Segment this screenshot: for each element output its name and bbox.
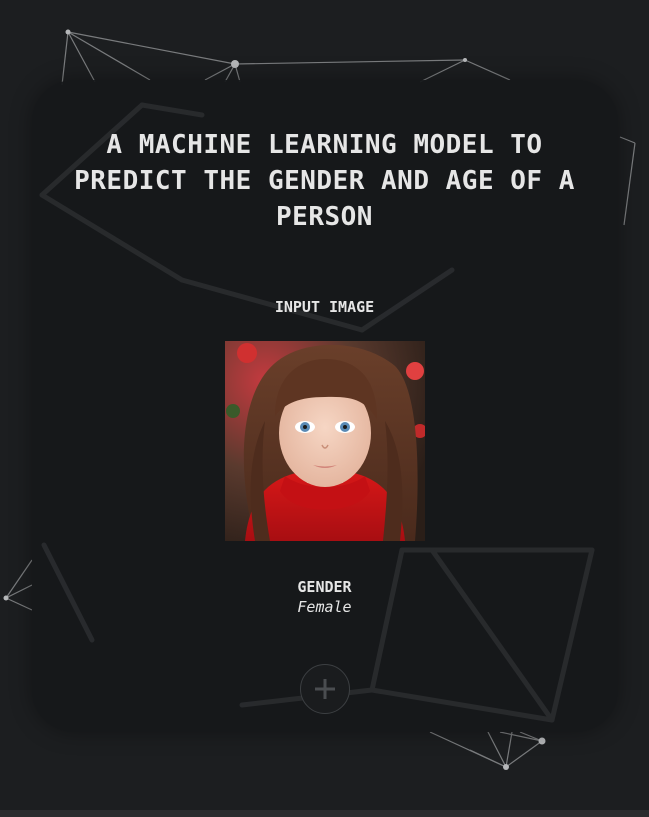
input-image: [225, 341, 425, 541]
title-line-3: PERSON: [276, 202, 373, 232]
add-button[interactable]: [300, 664, 350, 714]
title-line-1: A MACHINE LEARNING MODEL TO: [106, 130, 543, 160]
bottom-bar: [0, 810, 649, 817]
input-image-label: INPUT IMAGE: [274, 298, 375, 316]
gender-value: Female: [297, 598, 352, 616]
plus-icon: [315, 679, 335, 699]
title-line-2: PREDICT THE GENDER AND AGE OF A: [74, 166, 575, 196]
page: A MACHINE LEARNING MODEL TO PREDICT THE …: [0, 0, 649, 817]
gender-label: GENDER: [297, 578, 352, 596]
page-title: A MACHINE LEARNING MODEL TO PREDICT THE …: [0, 127, 649, 235]
